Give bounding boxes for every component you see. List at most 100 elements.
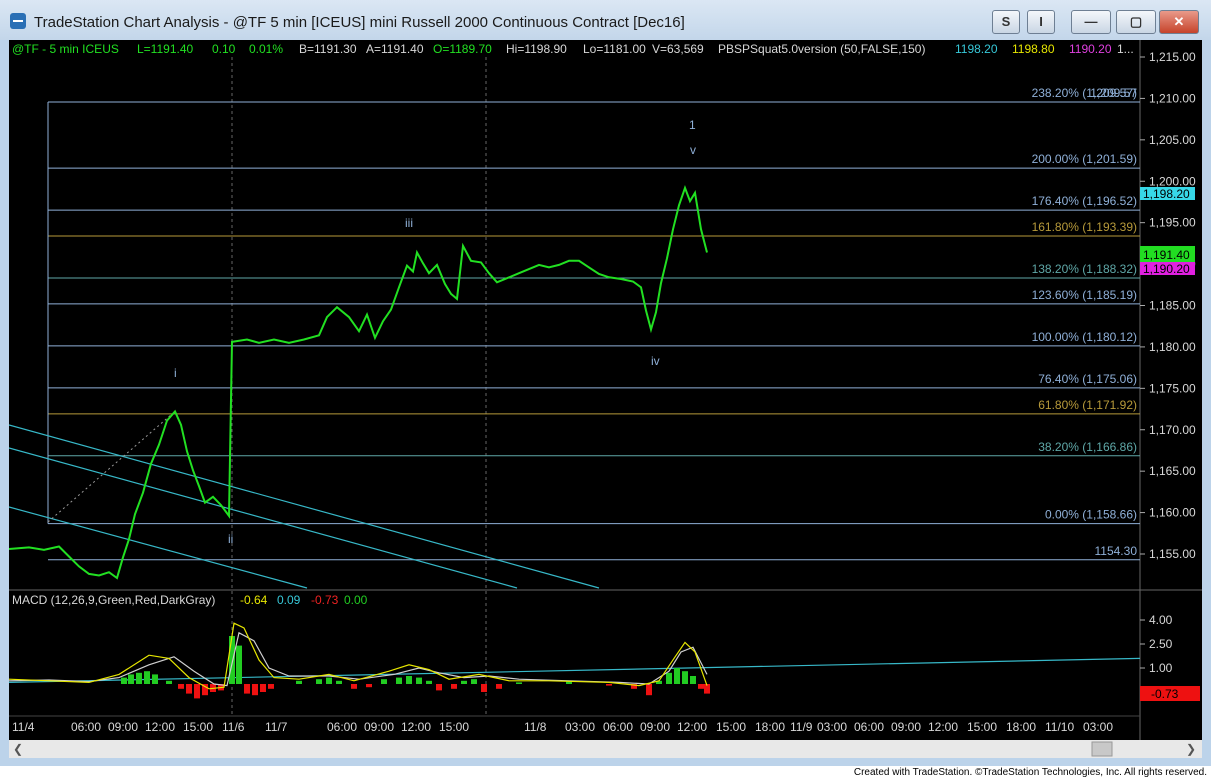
- time-axis-label: 09:00: [108, 720, 138, 734]
- time-axis-label: 06:00: [327, 720, 357, 734]
- macd-histogram-bar: [416, 677, 422, 684]
- macd-histogram-bar: [516, 682, 522, 684]
- minimize-button[interactable]: —: [1071, 10, 1111, 34]
- time-axis-label: 06:00: [71, 720, 101, 734]
- app-window: TradeStation Chart Analysis - @TF 5 min …: [0, 0, 1211, 766]
- title-bar[interactable]: TradeStation Chart Analysis - @TF 5 min …: [0, 0, 1211, 40]
- wave-label-iv: iv: [651, 354, 660, 368]
- price-axis-label: 1,205.00: [1149, 133, 1196, 147]
- chart-area[interactable]: 238.20% (1,209.57) 200.00% (1,201.59) 176.…: [8, 40, 1202, 758]
- time-axis-label: 06:00: [854, 720, 884, 734]
- macd-signal-line: [8, 631, 708, 687]
- macd-histogram-bar: [682, 671, 688, 684]
- time-axis-label: 11/10: [1045, 720, 1074, 734]
- macd-histogram-bar: [461, 680, 467, 684]
- time-axis-label: 03:00: [817, 720, 847, 734]
- footer-copyright: Created with TradeStation. ©TradeStation…: [853, 767, 1207, 778]
- i-dropdown-button[interactable]: I: [1027, 10, 1055, 34]
- open-label: O=1189.70: [433, 42, 492, 56]
- macd-histogram-bar: [136, 672, 142, 684]
- app-icon: [10, 13, 26, 29]
- macd-histogram-bar: [426, 680, 432, 684]
- price-axis-label: 1,160.00: [1149, 506, 1196, 520]
- macd-value-3: -0.73: [311, 593, 339, 607]
- macd-value-2: 0.09: [277, 593, 301, 607]
- time-axis-label: 03:00: [565, 720, 595, 734]
- low-label: Lo=1181.00: [583, 42, 646, 56]
- macd-histogram-bar: [128, 674, 134, 684]
- macd-histogram-bar: [144, 671, 150, 684]
- footer: Created with TradeStation. ©TradeStation…: [0, 766, 1211, 781]
- chart-canvas[interactable]: 238.20% (1,209.57)200.00% (1,201.59)176.…: [8, 40, 1202, 758]
- time-axis-label: 09:00: [640, 720, 670, 734]
- price-axis-label: 1,185.00: [1149, 299, 1196, 313]
- macd-last-label: -0.73: [1151, 687, 1179, 701]
- symbol-label: @TF - 5 min ICEUS: [12, 42, 119, 56]
- volume-label: V=63,569: [652, 42, 704, 56]
- time-axis-label: 11/8: [524, 720, 547, 734]
- scroll-left-icon[interactable]: ❮: [13, 742, 23, 756]
- time-axis-label: 15:00: [716, 720, 746, 734]
- price-axis-label: 1,180.00: [1149, 340, 1196, 354]
- price-axis-label: 1,175.00: [1149, 381, 1196, 395]
- indicator-value-2: 1198.80: [1012, 42, 1055, 56]
- macd-value-1: -0.64: [240, 593, 268, 607]
- price-axis-label: 1,170.00: [1149, 423, 1196, 437]
- s-dropdown-button[interactable]: S: [992, 10, 1020, 34]
- indicator-label: PBSPSquat5.0version (50,FALSE,150): [718, 42, 925, 56]
- time-axis-label: 11/6: [222, 720, 245, 734]
- wave-label-ii: ii: [228, 532, 233, 546]
- macd-histogram-bar: [674, 668, 680, 684]
- minimize-icon: —: [1084, 14, 1098, 29]
- ask-label: A=1191.40: [366, 42, 424, 56]
- macd-histogram-bar: [194, 684, 200, 699]
- macd-histogram-bar: [236, 645, 242, 684]
- scrollbar-thumb[interactable]: [1091, 741, 1113, 757]
- time-axis-label: 09:00: [891, 720, 921, 734]
- bid-label: B=1191.30: [299, 42, 357, 56]
- wave-label-1: 1: [689, 118, 696, 132]
- macd-histogram-bar: [316, 679, 322, 684]
- macd-histogram-bar: [336, 680, 342, 684]
- net-change: 0.10: [212, 42, 236, 56]
- high-label: Hi=1198.90: [506, 42, 567, 56]
- fib-label: 100.00% (1,180.12): [1032, 330, 1137, 344]
- maximize-icon: ▢: [1129, 14, 1143, 29]
- macd-histogram-bar: [666, 672, 672, 684]
- indicator-value-3: 1190.20: [1069, 42, 1112, 56]
- close-button[interactable]: ✕: [1159, 10, 1199, 34]
- fib-label: 176.40% (1,196.52): [1032, 194, 1137, 208]
- fib-label: 123.60% (1,185.19): [1032, 288, 1137, 302]
- macd-histogram-bar: [252, 684, 258, 696]
- time-axis-label: 15:00: [439, 720, 469, 734]
- macd-histogram-bar: [260, 684, 266, 692]
- price-axis-label: 1,215.00: [1149, 50, 1196, 64]
- maximize-button[interactable]: ▢: [1116, 10, 1156, 34]
- wave-label-iii: iii: [405, 216, 413, 230]
- time-axis-label: 18:00: [755, 720, 785, 734]
- time-axis-label: 11/9: [790, 720, 813, 734]
- price-axis-label: 1,210.00: [1149, 91, 1196, 105]
- time-axis-label: 12:00: [145, 720, 175, 734]
- macd-histogram-bar: [436, 684, 442, 691]
- macd-trend-line: [8, 657, 1141, 683]
- wave-label-i: i: [174, 366, 177, 380]
- macd-histogram-bar: [381, 679, 387, 684]
- horizontal-scrollbar[interactable]: [9, 740, 1202, 758]
- scroll-right-icon[interactable]: ❯: [1186, 742, 1196, 756]
- fib-label: 200.00% (1,201.59): [1032, 152, 1137, 166]
- macd-histogram-bar: [606, 684, 612, 686]
- time-axis-label: 11/7: [265, 720, 288, 734]
- fib-label: 38.20% (1,166.86): [1038, 440, 1137, 454]
- macd-title: MACD (12,26,9,Green,Red,DarkGray): [12, 593, 215, 607]
- macd-histogram-bar: [268, 684, 274, 689]
- fib-label: 1154.30: [1095, 544, 1138, 558]
- macd-histogram-bar: [121, 677, 127, 684]
- fib-label: 0.00% (1,158.66): [1045, 508, 1137, 522]
- time-axis-label: 12:00: [928, 720, 958, 734]
- time-axis-label: 11/4: [12, 720, 35, 734]
- wave-connector: [47, 413, 173, 523]
- macd-histogram-bar: [166, 680, 172, 684]
- macd-axis-label: 1.00: [1149, 661, 1173, 675]
- time-axis-label: 06:00: [603, 720, 633, 734]
